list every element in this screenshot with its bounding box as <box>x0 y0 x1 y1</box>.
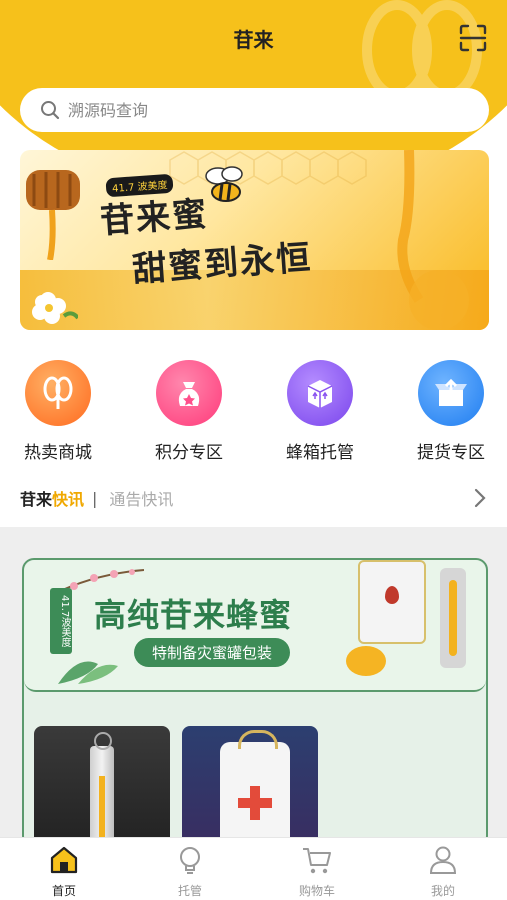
honey-can-image <box>358 560 426 644</box>
category-hive-hosting[interactable]: 蜂箱托管 <box>270 360 370 463</box>
category-label: 积分专区 <box>155 443 223 463</box>
category-label: 蜂箱托管 <box>286 443 354 463</box>
home-icon <box>50 846 78 874</box>
promo-tag: 41.7波美度 <box>50 588 72 654</box>
scan-icon[interactable] <box>459 24 487 52</box>
tab-mine[interactable]: 我的 <box>403 844 483 899</box>
news-separator: | <box>92 488 98 508</box>
tab-cart[interactable]: 购物车 <box>277 844 357 899</box>
chevron-right-icon[interactable] <box>473 487 487 509</box>
page-title: 苷来 <box>233 28 274 52</box>
bulb-icon <box>180 847 200 874</box>
honey-can-image <box>220 742 290 846</box>
banner-headline: 苷来蜜 <box>98 194 210 242</box>
search-icon <box>41 101 60 120</box>
category-points[interactable]: 积分专区 <box>139 360 239 463</box>
box-icon <box>287 360 353 426</box>
search-input[interactable] <box>66 99 450 121</box>
honey-drip-icon <box>397 150 469 330</box>
cart-icon <box>303 848 331 874</box>
promo-card[interactable]: 41.7波美度 高纯苷来蜂蜜 特制备灾蜜罐包装 <box>22 558 488 848</box>
open-box-icon <box>418 360 484 426</box>
person-icon <box>429 846 457 874</box>
tab-hosting[interactable]: 托管 <box>150 844 230 899</box>
leaf-icon <box>58 661 118 684</box>
tab-label: 我的 <box>430 884 455 898</box>
tab-label: 托管 <box>177 884 202 898</box>
honey-tube-image <box>90 746 114 846</box>
news-title-prefix: 苷来 <box>20 490 53 509</box>
promo-banner[interactable]: 41.7 波美度 苷来蜜 甜蜜到永恒 <box>20 150 489 330</box>
category-pickup[interactable]: 提货专区 <box>401 360 501 463</box>
category-label: 热卖商城 <box>24 443 92 463</box>
news-ticker[interactable]: 苷来 快讯 | 通告快讯 <box>20 484 487 512</box>
news-title-highlight: 快讯 <box>52 490 85 509</box>
honey-tube-image <box>440 568 466 668</box>
promo-title: 高纯苷来蜂蜜 <box>94 596 293 634</box>
honey-bowl-image <box>346 646 386 676</box>
bottom-tab-bar: 首页 托管 购物车 我的 <box>0 837 507 900</box>
search-bar[interactable] <box>20 88 489 132</box>
news-message: 通告快讯 <box>109 490 174 509</box>
promo-subtitle: 特制备灾蜜罐包装 <box>134 638 291 667</box>
category-hot-mall[interactable]: 热卖商城 <box>8 360 108 463</box>
category-row: 热卖商城 积分专区 蜂箱托管 提货专区 <box>0 360 507 470</box>
money-bag-icon <box>156 360 222 426</box>
promo-header: 41.7波美度 高纯苷来蜂蜜 特制备灾蜜罐包装 <box>24 560 486 692</box>
category-label: 提货专区 <box>417 443 485 463</box>
flower-icon <box>32 292 78 324</box>
tab-label: 首页 <box>51 884 76 898</box>
tab-label: 购物车 <box>298 884 335 898</box>
product-thumbnail[interactable] <box>182 726 318 846</box>
bee-logo-icon <box>25 360 91 426</box>
tab-home[interactable]: 首页 <box>24 844 104 899</box>
product-thumbnail[interactable] <box>34 726 170 846</box>
honey-dipper-icon <box>26 170 80 260</box>
